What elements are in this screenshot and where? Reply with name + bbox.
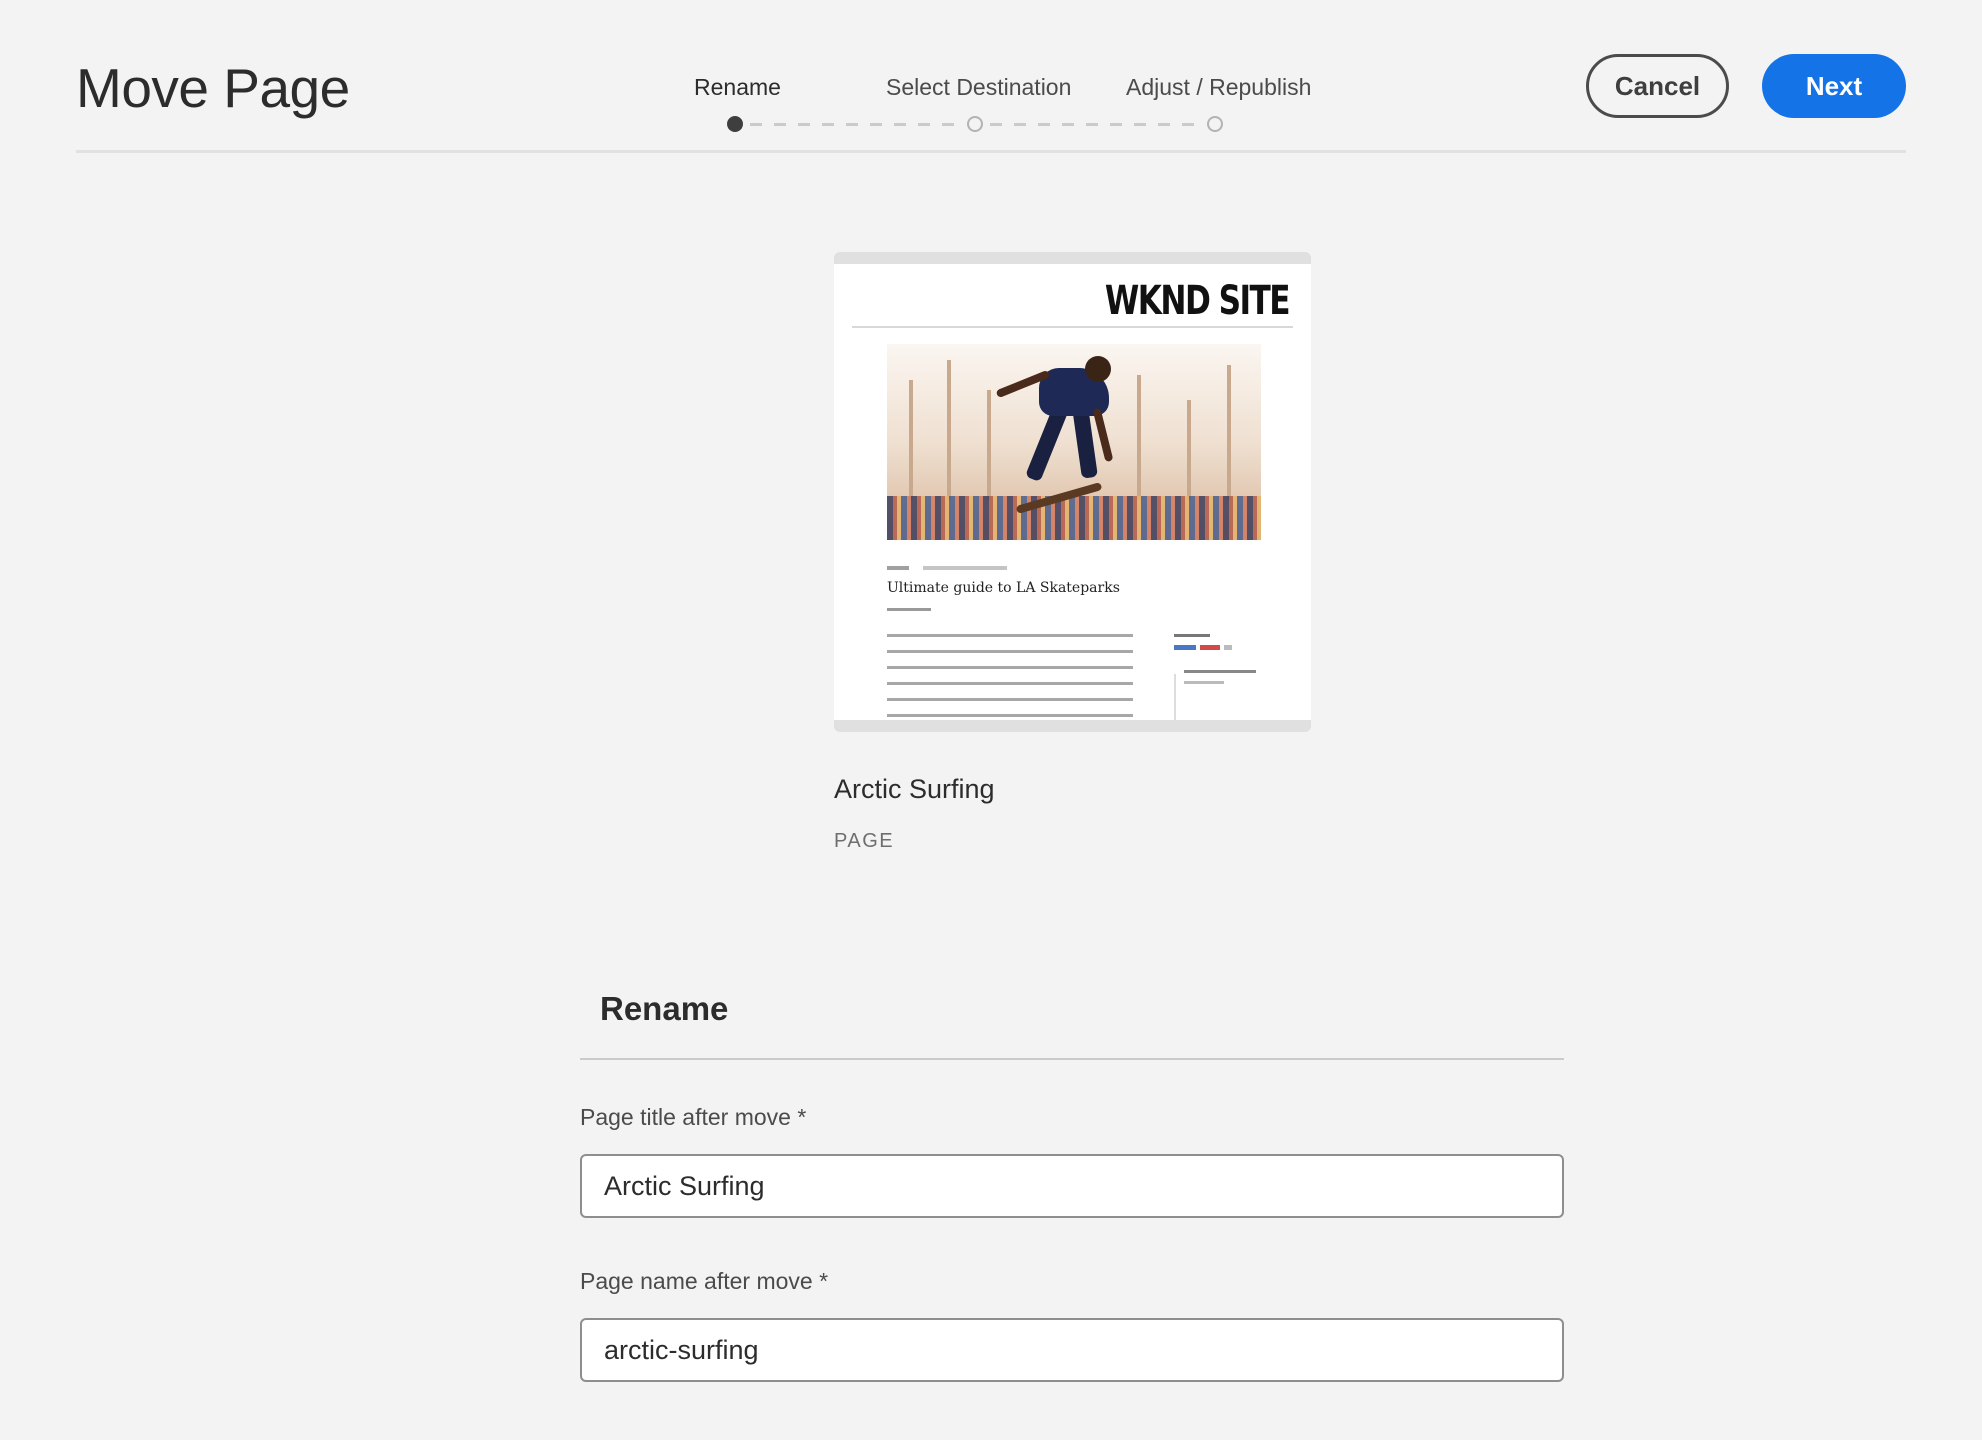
item-name: Arctic Surfing xyxy=(834,774,995,804)
section-divider xyxy=(580,1058,1564,1060)
step-rename-label: Rename xyxy=(694,74,781,100)
thumbnail-body-text xyxy=(887,634,1133,720)
site-logo: WKND SITE xyxy=(1104,278,1291,324)
step-select-destination-dot xyxy=(967,116,983,132)
thumbnail-article-title: Ultimate guide to LA Skateparks xyxy=(887,580,1120,596)
thumbnail-sidebar xyxy=(1174,634,1274,720)
step-adjust-republish-label: Adjust / Republish xyxy=(1126,74,1312,100)
page-name-label: Page name after move * xyxy=(580,1268,829,1294)
cancel-button[interactable]: Cancel xyxy=(1586,54,1729,118)
item-type: PAGE xyxy=(834,830,895,852)
page-name-input[interactable] xyxy=(580,1318,1564,1382)
step-connector xyxy=(750,123,960,126)
header: Move Page Rename Select Destination Adju… xyxy=(76,0,1906,153)
page-title-input[interactable] xyxy=(580,1154,1564,1218)
thumbnail-byline xyxy=(887,608,931,611)
step-adjust-republish-dot xyxy=(1207,116,1223,132)
hero-image xyxy=(887,344,1261,540)
page-thumbnail-card: WKND SITE Ultimate guide to LA Skatepark… xyxy=(834,252,1311,732)
rename-section-heading: Rename xyxy=(600,990,729,1027)
step-rename-dot xyxy=(727,116,743,132)
page-thumbnail: WKND SITE Ultimate guide to LA Skatepark… xyxy=(834,264,1311,720)
page-title-label: Page title after move * xyxy=(580,1104,807,1130)
step-select-destination-label: Select Destination xyxy=(886,74,1072,100)
thumbnail-breadcrumb xyxy=(887,566,1007,570)
next-button[interactable]: Next xyxy=(1762,54,1906,118)
step-connector xyxy=(990,123,1200,126)
page-title: Move Page xyxy=(76,57,350,119)
thumbnail-header-rule xyxy=(852,326,1293,328)
